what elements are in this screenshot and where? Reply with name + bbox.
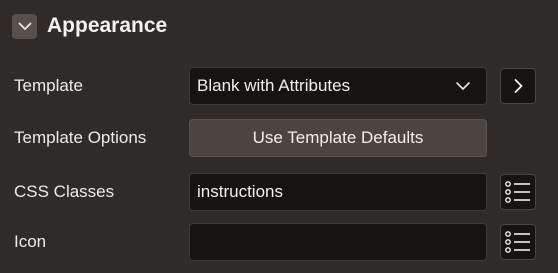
use-template-defaults-button[interactable]: Use Template Defaults — [189, 119, 487, 157]
chevron-down-icon — [18, 22, 31, 30]
template-options-row: Template Options Use Template Defaults — [0, 119, 558, 157]
template-row: Template Blank with Attributes — [0, 67, 558, 105]
section-header-appearance: Appearance — [12, 8, 167, 44]
collapse-toggle-button[interactable] — [12, 13, 37, 39]
css-classes-input[interactable] — [197, 182, 486, 202]
list-icon — [505, 231, 530, 253]
template-label: Template — [14, 76, 83, 95]
section-title: Appearance — [47, 14, 168, 37]
css-classes-field — [189, 173, 487, 211]
css-classes-picker-button[interactable] — [500, 174, 536, 210]
property-panel: Appearance Template Blank with Attribute… — [0, 0, 558, 273]
icon-label: Icon — [14, 232, 47, 251]
icon-picker-button[interactable] — [500, 224, 536, 260]
icon-field — [189, 223, 487, 261]
template-select-value: Blank with Attributes — [197, 76, 351, 95]
icon-input[interactable] — [197, 232, 486, 252]
go-to-template-button[interactable] — [500, 68, 536, 104]
css-classes-label: CSS Classes — [14, 182, 115, 201]
chevron-down-icon — [456, 82, 470, 90]
icon-row: Icon — [0, 223, 558, 261]
css-classes-row: CSS Classes — [0, 173, 558, 211]
list-icon — [505, 181, 530, 203]
template-options-label: Template Options — [14, 128, 147, 147]
chevron-right-icon — [514, 79, 522, 93]
template-select[interactable]: Blank with Attributes — [189, 67, 487, 105]
